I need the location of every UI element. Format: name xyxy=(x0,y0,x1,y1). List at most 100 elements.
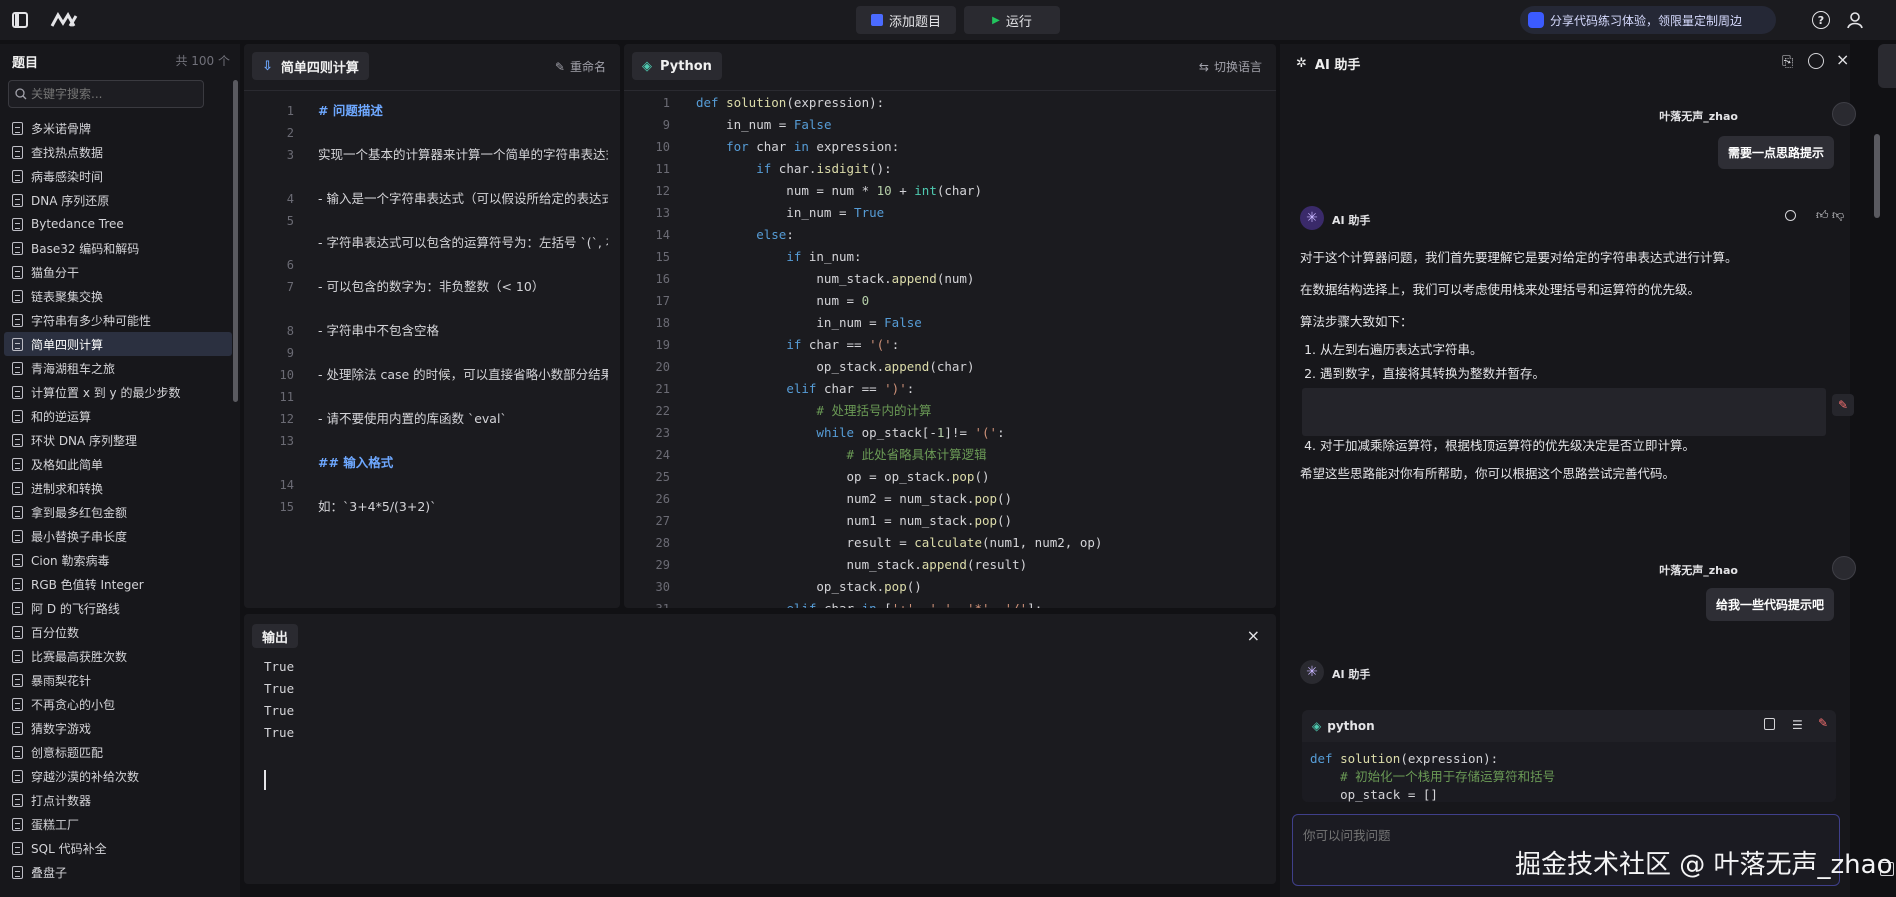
sidebar-item[interactable]: 多米诺骨牌 xyxy=(4,116,232,140)
sidebar-item-label: 拿到最多红包金额 xyxy=(31,505,128,520)
sidebar-item[interactable]: 字符串有多少种可能性 xyxy=(4,308,232,332)
sidebar-item[interactable]: 猜数字游戏 xyxy=(4,716,232,740)
logo-icon xyxy=(50,12,80,28)
document-icon xyxy=(12,697,23,711)
output-cursor[interactable] xyxy=(264,770,266,790)
sidebar-item[interactable]: 查找热点数据 xyxy=(4,140,232,164)
output-line: True xyxy=(264,659,295,674)
document-icon xyxy=(12,433,23,447)
problem-line: - 请不要使用内置的库函数 `eval` xyxy=(318,411,507,426)
problem-separator xyxy=(244,90,620,91)
line-number: 19 xyxy=(655,338,670,352)
sidebar-item[interactable]: 叠盘子 xyxy=(4,860,232,884)
sidebar-item[interactable]: 及格如此简单 xyxy=(4,452,232,476)
sidebar-item[interactable]: 进制求和转换 xyxy=(4,476,232,500)
sidebar-item-label: 不再贪心的小包 xyxy=(31,697,116,712)
sidebar-item[interactable]: 青海湖租车之旅 xyxy=(4,356,232,380)
document-icon xyxy=(12,457,23,471)
tab-problem[interactable]: ⇩ 简单四则计算 xyxy=(252,52,369,80)
sidebar-item-label: 及格如此简单 xyxy=(31,457,104,472)
sidebar-item[interactable]: 蛋糕工厂 xyxy=(4,812,232,836)
ai-header: ✲ AI 助手 xyxy=(1296,54,1360,73)
copy-icon[interactable] xyxy=(1764,718,1775,730)
add-problem-button[interactable]: 添加题目 xyxy=(856,6,956,34)
search-box[interactable] xyxy=(8,80,204,108)
line-number: 24 xyxy=(655,448,670,462)
sidebar-item[interactable]: Bytedance Tree xyxy=(4,212,232,236)
close-ai-icon[interactable]: × xyxy=(1836,50,1849,69)
insert-icon[interactable]: ☰ xyxy=(1792,718,1803,732)
sidebar-item[interactable]: Base32 编码和解码 xyxy=(4,236,232,260)
python-icon: ◈ xyxy=(642,58,652,74)
sidebar-item-label: DNA 序列还原 xyxy=(31,193,110,208)
sidebar-item[interactable]: 打点计数器 xyxy=(4,788,232,812)
output-content: True True True True xyxy=(264,656,294,744)
bot-name-2: AI 助手 xyxy=(1332,668,1371,681)
document-icon xyxy=(12,481,23,495)
output-line: True xyxy=(264,725,295,740)
help-icon[interactable]: ? xyxy=(1812,11,1830,29)
sidebar-item[interactable]: 计算位置 x 到 y 的最少步数 xyxy=(4,380,232,404)
sidebar-item[interactable]: 比赛最高获胜次数 xyxy=(4,644,232,668)
line-number xyxy=(266,166,294,188)
history-icon[interactable] xyxy=(1808,53,1824,69)
code-content[interactable]: def solution(expression): in_num = False… xyxy=(696,92,1102,608)
sidebar-item[interactable]: 链表聚集交换 xyxy=(4,284,232,308)
sidebar-item[interactable]: 不再贪心的小包 xyxy=(4,692,232,716)
sidebar-item-label: Base32 编码和解码 xyxy=(31,241,140,256)
user-message-1: 需要一点思路提示 xyxy=(1717,136,1834,169)
sidebar-item-label: 比赛最高获胜次数 xyxy=(31,649,128,664)
right-rail-badge[interactable] xyxy=(1878,44,1896,88)
sidebar-item[interactable]: DNA 序列还原 xyxy=(4,188,232,212)
sidebar-item[interactable]: 猫鱼分干 xyxy=(4,260,232,284)
sidebar-item[interactable]: 最小替换子串长度 xyxy=(4,524,232,548)
reply-paragraph-3: 算法步骤大致如下： xyxy=(1300,314,1413,329)
sidebar-item[interactable]: 病毒感染时间 xyxy=(4,164,232,188)
reply-step: 遇到数字，直接将其转换为整数并暂存。 xyxy=(1320,362,1830,386)
close-output-icon[interactable]: × xyxy=(1247,626,1260,645)
sidebar-item[interactable]: 环状 DNA 序列整理 xyxy=(4,428,232,452)
user-icon[interactable] xyxy=(1846,11,1864,29)
line-number: 18 xyxy=(655,316,670,330)
share-banner[interactable]: 分享代码练习体验，领限量定制周边 xyxy=(1520,6,1776,34)
add-icon xyxy=(870,14,883,26)
sidebar-item[interactable]: 穿越沙漠的补给次数 xyxy=(4,764,232,788)
problem-heading: # 问题描述 xyxy=(318,103,383,118)
annotate-icon[interactable]: ✎ xyxy=(1832,394,1854,416)
sidebar-item-label: 穿越沙漠的补给次数 xyxy=(31,769,140,784)
sidebar-item[interactable]: Cion 勒索病毒 xyxy=(4,548,232,572)
sidebar-item[interactable]: 创意标题匹配 xyxy=(4,740,232,764)
sidebar-item[interactable]: 简单四则计算 xyxy=(4,332,232,356)
line-number: 28 xyxy=(655,536,670,550)
problem-line: - 字符串表达式可以包含的运算符号为：左括号 `(`, 右括号 `)`, 加号 … xyxy=(318,235,608,250)
problem-line xyxy=(318,210,608,232)
right-rail-scrollbar[interactable] xyxy=(1874,134,1880,218)
regenerate-icon[interactable] xyxy=(1785,210,1796,221)
sidebar-item[interactable]: RGB 色值转 Integer xyxy=(4,572,232,596)
output-panel: 输出 × True True True True xyxy=(244,614,1276,884)
line-number: 30 xyxy=(655,580,670,594)
problem-line: - 处理除法 case 的时候，可以直接省略小数部分结果，只保留整数部分参与后续… xyxy=(318,367,608,382)
sidebar-item[interactable]: 和的逆运算 xyxy=(4,404,232,428)
switch-language-button[interactable]: ⇆ 切换语言 xyxy=(1199,58,1262,75)
search-input[interactable] xyxy=(31,87,191,101)
sidebar-toggle-icon[interactable] xyxy=(12,12,28,28)
sidebar-item[interactable]: 百分位数 xyxy=(4,620,232,644)
line-number: 7 xyxy=(286,280,294,294)
sidebar-item[interactable]: SQL 代码补全 xyxy=(4,836,232,860)
run-button[interactable]: ▶ 运行 xyxy=(964,6,1060,34)
sidebar-item[interactable]: 拿到最多红包金额 xyxy=(4,500,232,524)
rename-button[interactable]: ✎ 重命名 xyxy=(555,58,606,75)
new-chat-icon[interactable]: ⎘ xyxy=(1782,54,1793,70)
tab-output[interactable]: 输出 xyxy=(252,624,299,648)
sidebar-item[interactable]: 暴雨梨花针 xyxy=(4,668,232,692)
annotate-code-icon[interactable]: ✎ xyxy=(1818,716,1828,730)
sidebar-item[interactable]: 阿 D 的飞行路线 xyxy=(4,596,232,620)
thumb-down-icon[interactable]: 👎︎ xyxy=(1832,208,1844,223)
problem-panel: ⇩ 简单四则计算 ✎ 重命名 1 2 3 4 5 6 7 8 9 10 11 12 13 14 15 # 问题… xyxy=(244,44,620,608)
line-number: 13 xyxy=(279,434,294,448)
tab-python[interactable]: ◈ Python xyxy=(632,52,722,80)
sidebar-scrollbar[interactable] xyxy=(233,80,238,402)
user-avatar-1 xyxy=(1832,102,1856,126)
thumb-up-icon[interactable]: 👍︎ xyxy=(1816,208,1829,223)
